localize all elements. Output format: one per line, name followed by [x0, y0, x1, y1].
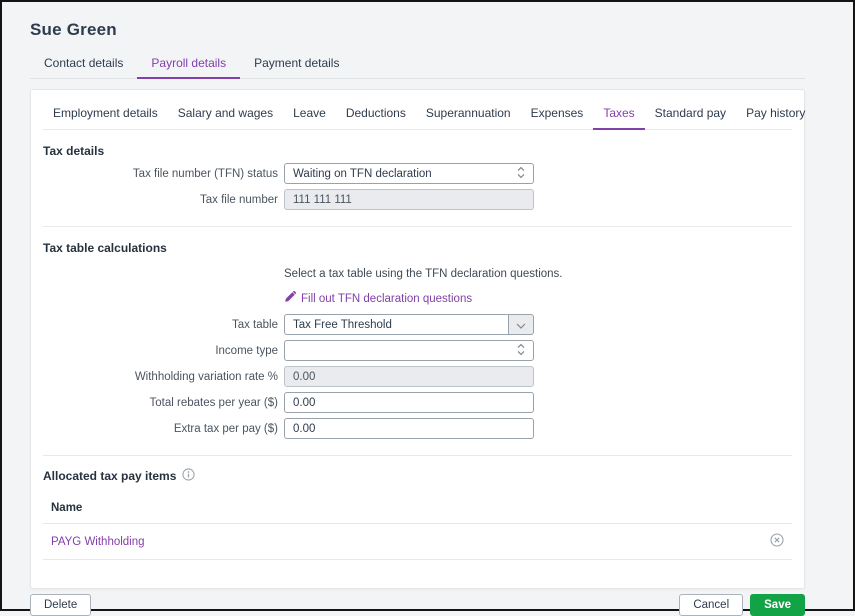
remove-pay-item-button[interactable] — [770, 533, 784, 547]
subtab-expenses[interactable]: Expenses — [521, 99, 594, 130]
income-type-select[interactable] — [284, 340, 534, 361]
allocated-items-table: Name PAYG Withholding — [43, 494, 792, 560]
tfn-status-select[interactable]: Waiting on TFN declaration — [284, 163, 534, 184]
payroll-details-card: Employment details Salary and wages Leav… — [30, 89, 805, 589]
pencil-icon — [284, 291, 296, 306]
subtab-standard-pay[interactable]: Standard pay — [645, 99, 736, 130]
employee-page: Sue Green Contact details Payroll detail… — [2, 2, 805, 616]
section-divider — [43, 455, 792, 456]
select-spinner-icon — [517, 343, 525, 359]
tab-payroll-details[interactable]: Payroll details — [137, 50, 240, 79]
tax-table-combobox: Tax Free Threshold — [284, 314, 534, 335]
tax-table-calculations-heading: Tax table calculations — [43, 241, 792, 255]
remove-circle-icon — [770, 535, 784, 550]
select-spinner-icon — [517, 166, 525, 182]
footer-actions: Delete Cancel Save — [30, 594, 805, 616]
tax-table-dropdown-button[interactable] — [508, 314, 534, 335]
delete-button[interactable]: Delete — [30, 594, 91, 616]
cancel-button[interactable]: Cancel — [679, 594, 743, 616]
tax-table-label: Tax table — [43, 319, 284, 331]
page-title: Sue Green — [30, 20, 805, 40]
tfn-status-label: Tax file number (TFN) status — [43, 168, 284, 180]
tax-table-helper-text: Select a tax table using the TFN declara… — [284, 268, 563, 280]
subtab-superannuation[interactable]: Superannuation — [416, 99, 521, 130]
chevron-down-icon — [516, 318, 526, 332]
tab-payment-details[interactable]: Payment details — [240, 50, 353, 79]
payroll-sub-tabs: Employment details Salary and wages Leav… — [43, 90, 792, 130]
fill-tfn-declaration-link[interactable]: Fill out TFN declaration questions — [284, 291, 472, 306]
withholding-variation-rate-field — [284, 366, 534, 387]
extra-tax-label: Extra tax per pay ($) — [43, 423, 284, 435]
tax-details-heading: Tax details — [43, 144, 792, 158]
total-rebates-field[interactable] — [284, 392, 534, 413]
tfn-number-label: Tax file number — [43, 194, 284, 206]
tfn-number-field — [284, 189, 534, 210]
income-type-label: Income type — [43, 345, 284, 357]
subtab-leave[interactable]: Leave — [283, 99, 336, 130]
column-header-name: Name — [43, 494, 762, 524]
extra-tax-field[interactable] — [284, 418, 534, 439]
tax-table-value-field[interactable]: Tax Free Threshold — [284, 314, 508, 335]
fill-tfn-declaration-link-label: Fill out TFN declaration questions — [301, 293, 472, 305]
tab-contact-details[interactable]: Contact details — [30, 50, 137, 79]
subtab-salary-and-wages[interactable]: Salary and wages — [168, 99, 283, 130]
total-rebates-label: Total rebates per year ($) — [43, 397, 284, 409]
subtab-taxes[interactable]: Taxes — [593, 99, 644, 130]
section-divider — [43, 226, 792, 227]
main-tabs: Contact details Payroll details Payment … — [30, 50, 805, 79]
allocated-tax-pay-items-heading: Allocated tax pay items — [43, 469, 176, 483]
subtab-employment-details[interactable]: Employment details — [43, 99, 168, 130]
save-button[interactable]: Save — [750, 594, 805, 616]
pay-item-link[interactable]: PAYG Withholding — [51, 536, 145, 548]
info-icon[interactable] — [182, 468, 195, 484]
subtab-deductions[interactable]: Deductions — [336, 99, 416, 130]
withholding-variation-rate-label: Withholding variation rate % — [43, 371, 284, 383]
tfn-status-value: Waiting on TFN declaration — [293, 168, 432, 180]
table-row: PAYG Withholding — [43, 524, 792, 560]
subtab-pay-history[interactable]: Pay history — [736, 99, 815, 130]
